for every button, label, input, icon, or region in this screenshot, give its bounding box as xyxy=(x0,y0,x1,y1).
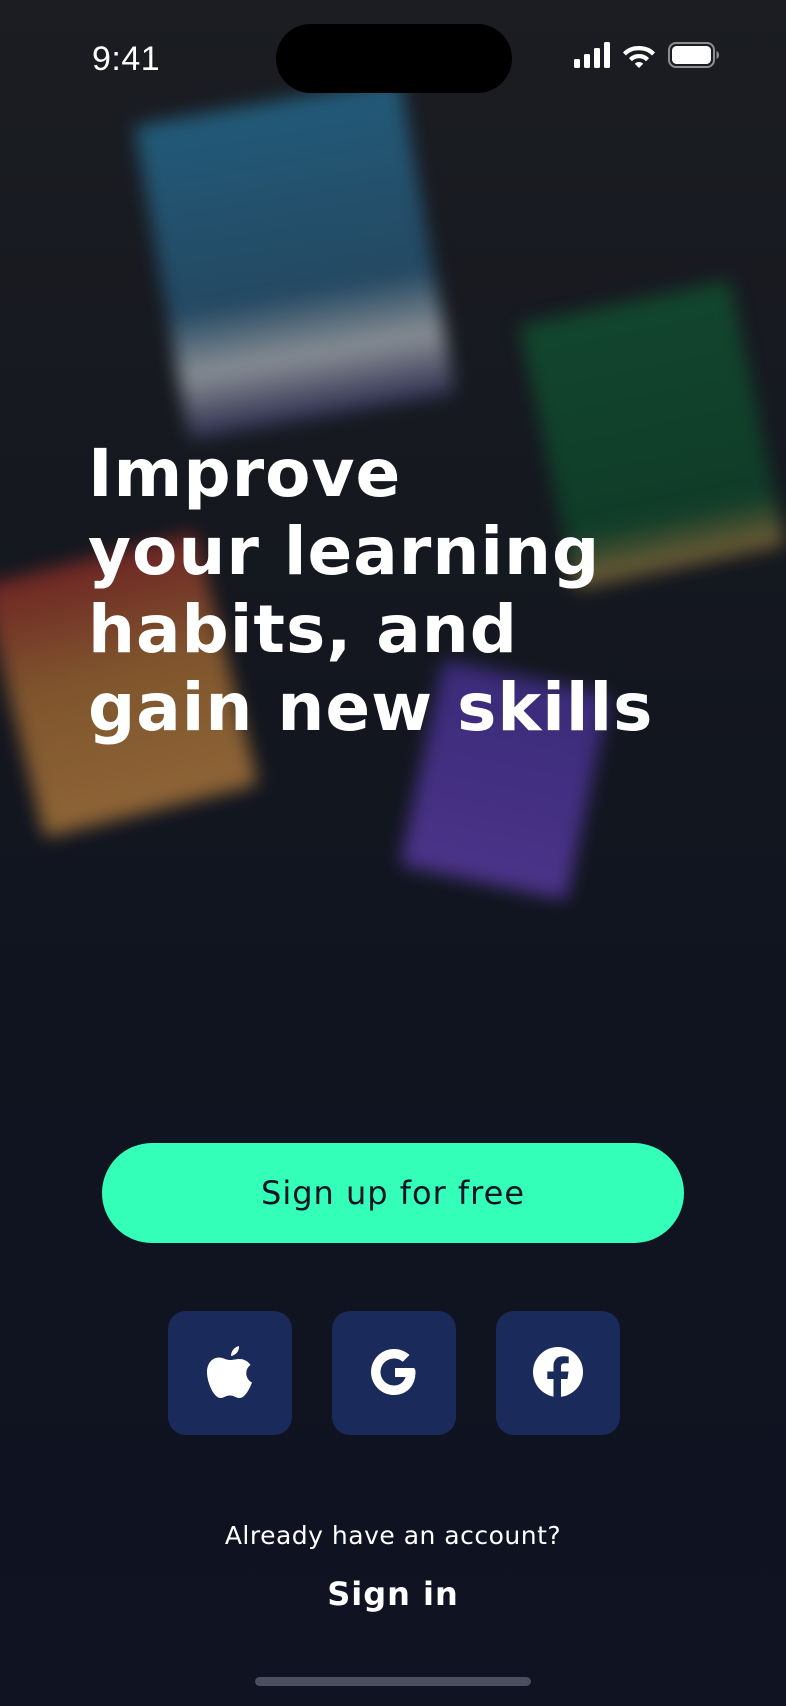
cellular-signal-icon xyxy=(574,42,610,73)
headline: Improve your learning habits, and gain n… xyxy=(88,435,653,747)
book-cover-image xyxy=(134,78,456,442)
onboarding-screen: 9:41 Improve your learning habits, and g… xyxy=(0,0,786,1706)
already-have-account-text: Already have an account? xyxy=(224,1521,562,1550)
dynamic-island xyxy=(276,24,512,93)
facebook-signin-button[interactable] xyxy=(496,1311,620,1435)
apple-signin-button[interactable] xyxy=(168,1311,292,1435)
social-login-row xyxy=(168,1311,620,1435)
headline-line: your learning xyxy=(88,513,601,590)
home-indicator xyxy=(255,1677,531,1686)
google-icon xyxy=(368,1346,420,1401)
status-time: 9:41 xyxy=(92,40,161,78)
google-signin-button[interactable] xyxy=(332,1311,456,1435)
apple-icon xyxy=(207,1345,253,1401)
facebook-icon xyxy=(532,1346,584,1401)
signin-link[interactable]: Sign in xyxy=(0,1575,786,1613)
signup-button[interactable]: Sign up for free xyxy=(102,1143,684,1243)
status-icons xyxy=(574,42,720,73)
headline-line: Improve xyxy=(88,435,402,512)
battery-icon xyxy=(668,42,720,73)
headline-line: habits, and xyxy=(88,591,519,668)
headline-line: gain new skills xyxy=(88,669,654,746)
wifi-icon xyxy=(622,42,656,73)
